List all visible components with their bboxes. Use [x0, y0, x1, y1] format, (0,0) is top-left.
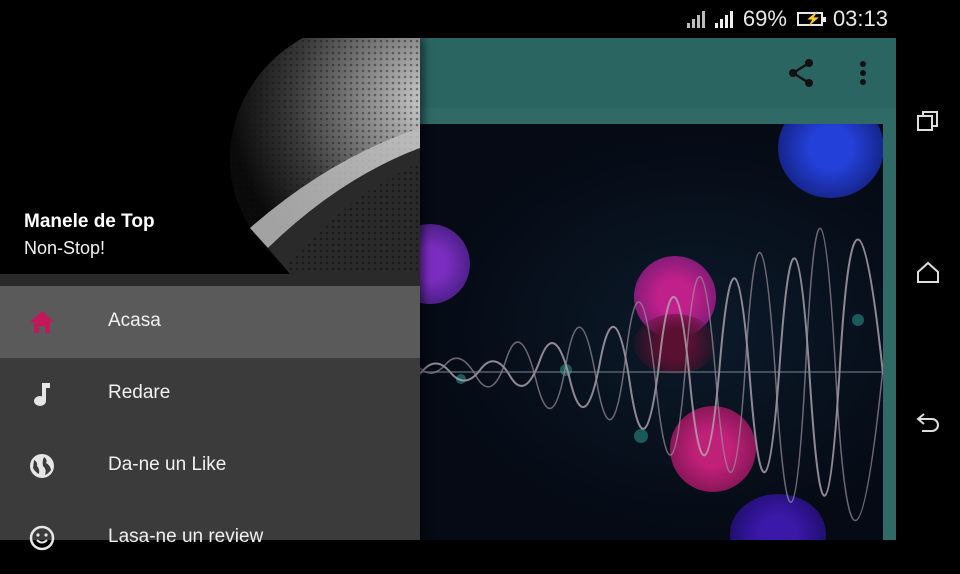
- drawer-menu: Acasa Redare Da-ne un Like Lasa-ne un re…: [0, 286, 420, 574]
- drawer-header: Manele de Top Non-Stop!: [0, 38, 420, 274]
- menu-item-label: Redare: [108, 382, 171, 403]
- divider: [0, 274, 420, 286]
- recents-icon[interactable]: [914, 108, 942, 136]
- app-title: Manele de Top: [24, 211, 155, 232]
- menu-item-redare[interactable]: Redare: [0, 358, 420, 430]
- menu-item-acasa[interactable]: Acasa: [0, 286, 420, 358]
- menu-item-review[interactable]: Lasa-ne un review: [0, 502, 420, 574]
- back-icon[interactable]: [914, 408, 942, 436]
- battery-percent: 69%: [742, 6, 787, 31]
- waveform: [420, 227, 883, 522]
- smiley-icon: [28, 524, 56, 552]
- music-note-icon: [28, 380, 56, 408]
- toolbar: [420, 38, 896, 108]
- app-main: [420, 38, 896, 540]
- status-icons: 69% ⚡ 03:13: [686, 0, 888, 38]
- menu-item-like[interactable]: Da-ne un Like: [0, 430, 420, 502]
- home-outline-icon[interactable]: [914, 258, 942, 286]
- signal-strong-icon: [714, 10, 733, 28]
- app-subtitle: Non-Stop!: [24, 238, 106, 258]
- home-icon: [28, 308, 56, 336]
- menu-item-label: Lasa-ne un review: [108, 526, 264, 547]
- navigation-drawer: Manele de Top Non-Stop! Acasa Redare Da-…: [0, 38, 420, 551]
- share-icon[interactable]: [784, 56, 818, 90]
- signal-weak-icon: [686, 10, 705, 28]
- system-nav-bar: [896, 38, 960, 540]
- visualizer-image: [420, 124, 883, 540]
- menu-item-label: Da-ne un Like: [108, 454, 227, 475]
- globe-icon: [28, 452, 56, 480]
- menu-item-label: Acasa: [108, 310, 161, 331]
- status-bar: 69% ⚡ 03:13: [0, 0, 960, 38]
- more-vert-icon[interactable]: [846, 56, 880, 90]
- clock: 03:13: [832, 6, 888, 31]
- battery-charging-icon: ⚡: [796, 11, 826, 26]
